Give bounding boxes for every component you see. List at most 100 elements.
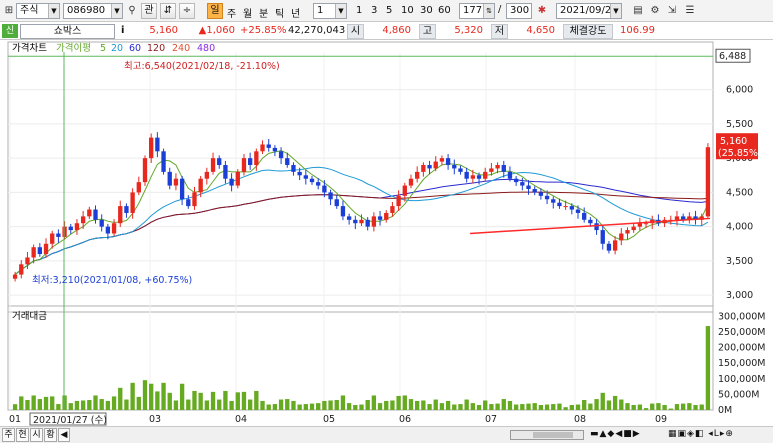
candle-body bbox=[173, 178, 179, 186]
open-value: 4,860 bbox=[382, 25, 411, 36]
volume-bar bbox=[43, 396, 49, 410]
watchlist-button[interactable]: 관 bbox=[141, 3, 157, 19]
volume-bar bbox=[513, 404, 519, 410]
total-count-input[interactable]: 300 bbox=[506, 3, 532, 19]
visible-count-input[interactable]: 177 ⇅ bbox=[459, 3, 495, 19]
volume-tick-label: 300,000M bbox=[718, 311, 765, 322]
interval-preset-5[interactable]: 5 bbox=[386, 5, 392, 16]
volume-bar bbox=[167, 392, 172, 410]
date-tick-label: 09 bbox=[655, 414, 667, 425]
volume-bar bbox=[421, 400, 426, 410]
chart-zoom-icons[interactable]: ▦▣◈◧ ◂L▸⊕ bbox=[668, 429, 734, 439]
volume-bar bbox=[637, 404, 643, 410]
low-label: 저 bbox=[491, 24, 508, 39]
interval-preset-30[interactable]: 30 bbox=[420, 5, 433, 16]
volume-bar bbox=[470, 403, 476, 410]
menu-icon[interactable]: ☰ bbox=[683, 4, 697, 18]
scroll-left-button[interactable]: ◀ bbox=[58, 428, 70, 442]
candle-body bbox=[247, 158, 253, 166]
interval-preset-3[interactable]: 3 bbox=[371, 5, 377, 16]
print-icon[interactable]: ▤ bbox=[631, 4, 645, 18]
candle-body bbox=[303, 175, 308, 179]
high-annotation: 최고:6,540(2021/02/18, -21.10%) bbox=[124, 61, 280, 72]
candle-body bbox=[476, 175, 482, 179]
tab-bottom-3[interactable]: 시 bbox=[30, 428, 43, 442]
candle-body bbox=[415, 171, 420, 179]
candle-body bbox=[625, 230, 630, 234]
candle-body bbox=[402, 185, 407, 196]
price-tick-label: 5,500 bbox=[726, 119, 753, 130]
tab-bottom-2[interactable]: 현 bbox=[16, 428, 29, 442]
volume-bar bbox=[309, 403, 315, 410]
volume-bar bbox=[136, 396, 141, 410]
volume-bar bbox=[285, 399, 290, 410]
volume-bar bbox=[489, 404, 494, 410]
tab-bottom-1[interactable]: 주 bbox=[2, 428, 15, 442]
interval-preset-60[interactable]: 60 bbox=[438, 5, 451, 16]
volume-bar bbox=[99, 399, 104, 410]
candle-body bbox=[340, 206, 346, 217]
volume-bar bbox=[303, 404, 308, 410]
volume-bar bbox=[445, 400, 451, 410]
candle-body bbox=[278, 151, 284, 159]
tab-bottom-4[interactable]: 황 bbox=[44, 428, 57, 442]
stock-code-input[interactable]: 086980 ▼ bbox=[63, 3, 123, 19]
market-type-select[interactable]: 주식 ▼ bbox=[16, 3, 60, 19]
chart-scrollbar[interactable] bbox=[510, 430, 584, 440]
volume-bar bbox=[210, 391, 216, 410]
export-icon[interactable]: ⇲ bbox=[665, 4, 679, 18]
volume-bar bbox=[217, 399, 222, 410]
candle-body bbox=[445, 158, 451, 166]
stock-code-value: 086980 bbox=[67, 5, 106, 16]
link-button[interactable]: ⇵ bbox=[160, 3, 176, 19]
price-tick-label: 6,000 bbox=[726, 85, 753, 96]
candle-body bbox=[643, 223, 649, 225]
search-icon[interactable]: ⚲ bbox=[125, 4, 139, 18]
volume-bar bbox=[402, 395, 407, 410]
price-legend-item: 가격차트 bbox=[12, 42, 47, 54]
settings-icon[interactable]: ⚙ bbox=[648, 4, 662, 18]
volume-bar bbox=[87, 400, 92, 410]
interval-preset-10[interactable]: 10 bbox=[401, 5, 414, 16]
interval-preset-1[interactable]: 1 bbox=[356, 5, 362, 16]
chevron-down-icon: ▼ bbox=[48, 4, 59, 18]
interval-select[interactable]: 1 ▼ bbox=[313, 3, 347, 19]
volume-bar bbox=[260, 400, 265, 410]
chart-nav-icons[interactable]: ▬▲◆◀■▶ bbox=[590, 429, 641, 439]
candle-body bbox=[427, 165, 432, 169]
volume-bar bbox=[124, 399, 129, 410]
info-icon[interactable]: i bbox=[121, 25, 124, 36]
volume-bar bbox=[19, 396, 24, 410]
new-listing-badge: 신 bbox=[2, 24, 18, 38]
spin-button[interactable]: ÷ bbox=[179, 3, 195, 19]
volume-bar bbox=[37, 399, 43, 410]
candle-body bbox=[309, 178, 315, 183]
zoom-reset-icon[interactable]: ✱ bbox=[535, 4, 549, 18]
code-search-icon[interactable]: ⊞ bbox=[2, 4, 16, 18]
volume-bar bbox=[50, 396, 55, 410]
open-label: 시 bbox=[347, 24, 364, 39]
tab-month[interactable]: 월 bbox=[243, 5, 252, 20]
candle-body bbox=[464, 171, 469, 179]
volume-bar bbox=[464, 399, 469, 410]
candle-body bbox=[179, 178, 185, 200]
volume-bar bbox=[247, 399, 253, 410]
candle-body bbox=[346, 216, 352, 220]
tab-day[interactable]: 일 bbox=[207, 3, 223, 19]
tab-week[interactable]: 주 bbox=[227, 5, 236, 20]
tab-year[interactable]: 년 bbox=[291, 5, 300, 20]
volume-bar bbox=[179, 383, 185, 410]
tab-minute[interactable]: 분 bbox=[259, 5, 268, 20]
volume-bar bbox=[520, 404, 525, 410]
volume-bar bbox=[105, 400, 111, 410]
candle-body bbox=[192, 192, 197, 207]
tab-tick[interactable]: 틱 bbox=[275, 5, 284, 20]
candle-body bbox=[520, 182, 525, 186]
price-chart[interactable]: 6,0005,5005,0004,5004,0003,5003,000 300,… bbox=[0, 40, 773, 426]
volume-bar bbox=[31, 395, 36, 410]
volume-bar bbox=[575, 404, 581, 410]
candle-body bbox=[229, 178, 234, 186]
date-picker[interactable]: 2021/09/23 ▼ bbox=[556, 3, 622, 19]
low-value: 4,650 bbox=[526, 25, 555, 36]
date-tick-label: 01 bbox=[9, 414, 21, 425]
